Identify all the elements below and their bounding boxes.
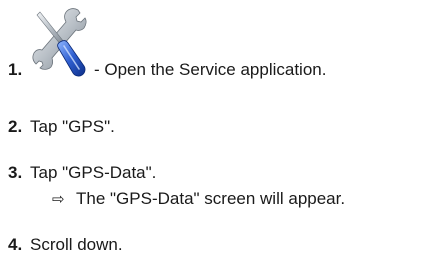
step-number: 4.: [8, 235, 23, 254]
step-text: Tap "GPS".: [30, 117, 115, 136]
step-number: 1.: [8, 60, 23, 79]
result-text: The "GPS-Data" screen will appear.: [76, 189, 346, 208]
step-text: Scroll down.: [30, 235, 123, 254]
service-tools-icon: [30, 2, 88, 78]
result-arrow-icon: ⇨: [52, 190, 65, 208]
step-text: Tap "GPS-Data".: [30, 163, 157, 182]
step-text: - Open the Service application.: [94, 60, 327, 79]
step-number: 3.: [8, 163, 23, 182]
step-number: 2.: [8, 117, 23, 136]
